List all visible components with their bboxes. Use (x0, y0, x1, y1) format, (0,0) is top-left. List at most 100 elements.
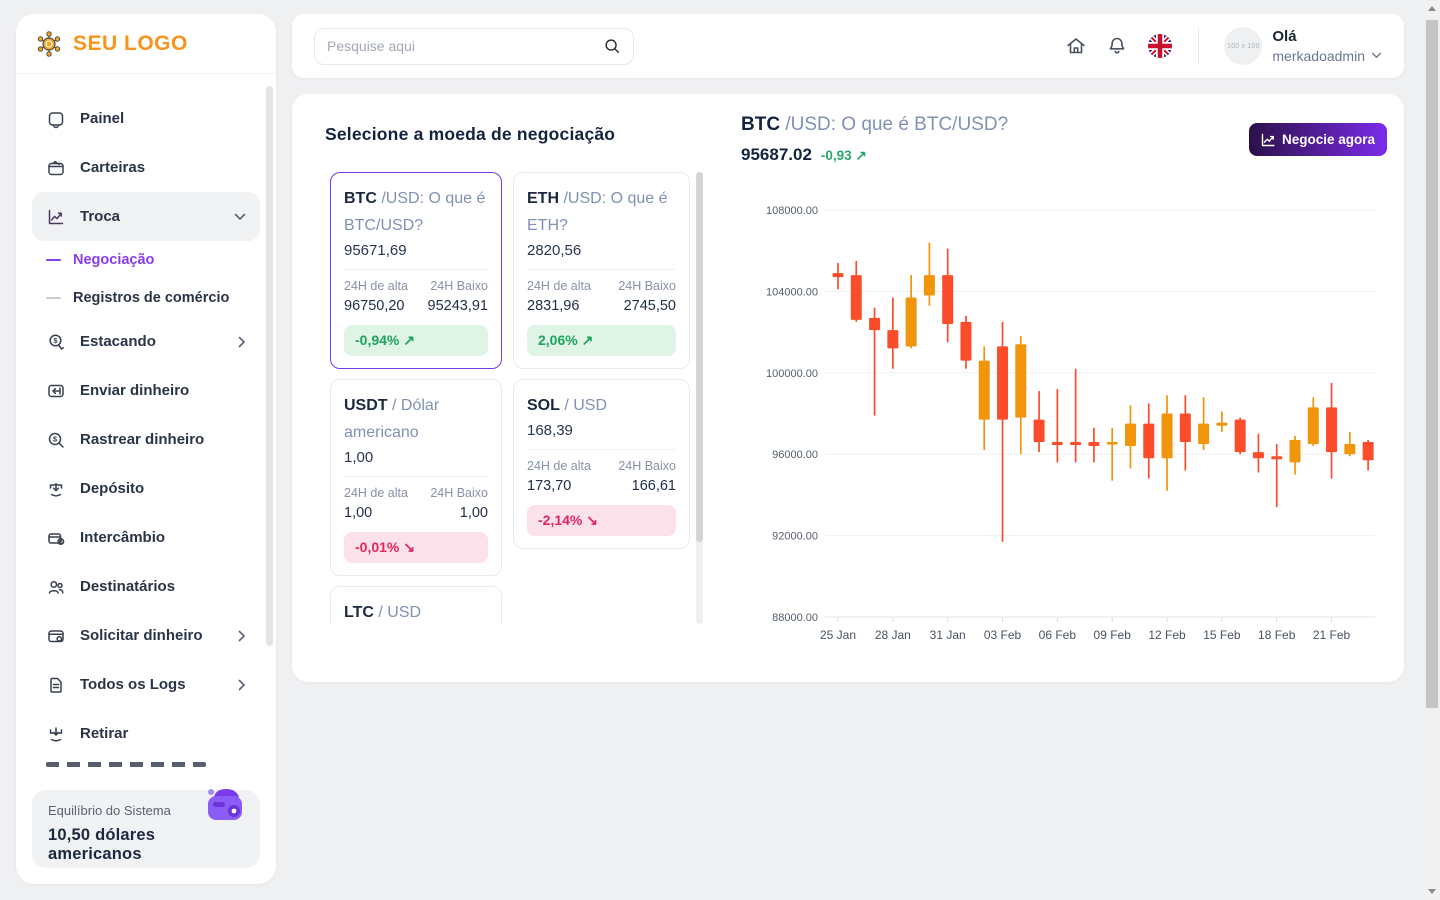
sidebar-item-clipped[interactable] (46, 762, 260, 772)
sidebar-item-troca[interactable]: Troca (32, 192, 260, 241)
card-price: 2820,56 (527, 242, 676, 259)
main-panel: Selecione a moeda de negociação BTC /USD… (292, 94, 1404, 682)
card-change-badge: -0,94% ↗ (344, 325, 488, 356)
avatar: 100 x 100 (1224, 27, 1262, 65)
chart-title: BTC /USD: O que é BTC/USD? (741, 114, 1008, 136)
language-flag-icon[interactable] (1147, 33, 1173, 59)
market-heading: Selecione a moeda de negociação (325, 124, 615, 145)
card-change-badge: 2,06% ↗ (527, 325, 676, 356)
wallet-illustration-icon (200, 780, 250, 828)
chevron-right-icon (238, 630, 246, 642)
line-chart-icon (1261, 133, 1275, 147)
logo[interactable]: SEU LOGO (16, 14, 276, 74)
svg-text:28 Jan: 28 Jan (875, 628, 911, 642)
logo-icon (34, 29, 64, 59)
trend-arrow-icon: ↘ (403, 539, 415, 555)
card-24h-high: 173,70 (527, 478, 591, 494)
card-change-badge: -0,01% ↘ (344, 532, 488, 563)
page-scrollbar[interactable] (1424, 0, 1440, 900)
currency-card-list: BTC /USD: O que é BTC/USD? 95671,69 24H de… (330, 172, 690, 624)
sidebar-subitem-registros-de-comercio[interactable]: Registros de comércio (32, 279, 260, 317)
sidebar-item-todos-os-logs[interactable]: Todos os Logs (32, 660, 260, 709)
sidebar-item-intercambio[interactable]: B Intercâmbio (32, 513, 260, 562)
svg-text:15 Feb: 15 Feb (1203, 628, 1241, 642)
card-24h-low: 1,00 (430, 505, 488, 521)
card-stats: 24H de alta1,0024H Baixo1,00 (344, 476, 488, 521)
svg-text:31 Jan: 31 Jan (930, 628, 966, 642)
search-input[interactable] (327, 38, 595, 54)
sidebar-item-label: Solicitar dinheiro (80, 627, 203, 644)
sidebar-item-solicitar-dinheiro[interactable]: Solicitar dinheiro (32, 611, 260, 660)
card-24h-low: 2745,50 (618, 298, 676, 314)
svg-text:108000.00: 108000.00 (766, 205, 818, 217)
sidebar-item-retirar[interactable]: Retirar (32, 709, 260, 758)
sidebar-item-rastrear-dinheiro[interactable]: $Rastrear dinheiro (32, 415, 260, 464)
username: merkadoadmin (1272, 47, 1365, 65)
card-list-scrollbar[interactable] (696, 172, 703, 624)
svg-text:09 Feb: 09 Feb (1094, 628, 1132, 642)
search-box[interactable] (314, 28, 634, 65)
sidebar-item-destinatarios[interactable]: Destinatários (32, 562, 260, 611)
sidebar-item-label: Intercâmbio (80, 529, 165, 546)
sidebar-item-label: Carteiras (80, 159, 145, 176)
wallet-icon (46, 158, 66, 178)
currency-card-sol[interactable]: SOL / USD168,3924H de alta173,7024H Baix… (513, 379, 690, 549)
card-price: 1,00 (344, 449, 488, 466)
dash-icon (46, 297, 61, 299)
deposit-icon (46, 479, 66, 499)
svg-text:104000.00: 104000.00 (766, 286, 818, 298)
svg-text:21 Feb: 21 Feb (1313, 628, 1351, 642)
svg-text:03 Feb: 03 Feb (984, 628, 1022, 642)
chevron-right-icon (238, 336, 246, 348)
exchange-icon: B (46, 528, 66, 548)
notifications-bell-icon[interactable] (1106, 35, 1128, 57)
currency-card-eth[interactable]: ETH /USD: O que é ETH?2820,5624H de alta… (513, 172, 690, 369)
trend-arrow-icon: ↘ (586, 512, 598, 528)
dashboard-icon (46, 109, 66, 129)
sidebar-item-label: Troca (80, 208, 120, 225)
user-greeting: Olá (1272, 27, 1382, 47)
search-icon[interactable] (603, 37, 621, 55)
sidebar-item-carteiras[interactable]: Carteiras (32, 143, 260, 192)
chart-title-base: BTC (741, 114, 780, 135)
track-money-icon: $ (46, 430, 66, 450)
staking-icon: $ (46, 332, 66, 352)
svg-text:96000.00: 96000.00 (772, 449, 818, 461)
svg-text:$: $ (53, 336, 58, 345)
sidebar-scrollbar[interactable] (266, 86, 273, 646)
card-price: 95671,69 (344, 242, 488, 259)
svg-text:12 Feb: 12 Feb (1148, 628, 1186, 642)
currency-card-btc[interactable]: BTC /USD: O que é BTC/USD? 95671,69 24H de… (330, 172, 502, 369)
scroll-up-arrow-icon[interactable] (1428, 6, 1436, 11)
currency-card-usdt[interactable]: USDT / Dólar americano1,0024H de alta1,0… (330, 379, 502, 576)
chevron-right-icon (238, 679, 246, 691)
sidebar-item-label: Estacando (80, 333, 156, 350)
svg-text:18 Feb: 18 Feb (1258, 628, 1296, 642)
card-title: USDT / Dólar americano (344, 392, 488, 446)
candlestick-chart[interactable]: 108000.00104000.00100000.0096000.0092000… (740, 194, 1400, 666)
logs-icon (46, 675, 66, 695)
home-icon[interactable] (1065, 35, 1087, 57)
card-stats: 24H de alta173,7024H Baixo166,61 (527, 449, 676, 494)
svg-text:25 Jan: 25 Jan (820, 628, 856, 642)
card-title: BTC /USD: O que é BTC/USD? (344, 185, 488, 239)
sidebar-item-enviar-dinheiro[interactable]: Enviar dinheiro (32, 366, 260, 415)
trade-now-button[interactable]: Negocie agora (1249, 123, 1387, 156)
sidebar-item-estacando[interactable]: $ Estacando (32, 317, 260, 366)
withdraw-icon (46, 724, 66, 744)
sidebar-item-painel[interactable]: Painel (32, 94, 260, 143)
card-stats: 24H de alta2831,9624H Baixo2745,50 (527, 269, 676, 314)
user-menu[interactable]: 100 x 100 Olá merkadoadmin (1224, 27, 1382, 65)
sidebar-item-deposito[interactable]: Depósito (32, 464, 260, 513)
scroll-down-arrow-icon[interactable] (1428, 889, 1436, 894)
sidebar-subitem-label: Registros de comércio (73, 290, 229, 306)
dash-icon (46, 259, 61, 261)
sidebar-subitem-negociacao[interactable]: Negociação (32, 241, 260, 279)
currency-card-ltc[interactable]: LTC / USD127,43 (330, 586, 502, 624)
sidebar-item-label: Todos os Logs (80, 676, 186, 693)
page-scrollbar-thumb[interactable] (1426, 20, 1438, 708)
card-stats: 24H de alta96750,2024H Baixo95243,91 (344, 269, 488, 314)
svg-text:06 Feb: 06 Feb (1039, 628, 1077, 642)
card-change-badge: -2,14% ↘ (527, 505, 676, 536)
chevron-down-icon (234, 213, 246, 221)
